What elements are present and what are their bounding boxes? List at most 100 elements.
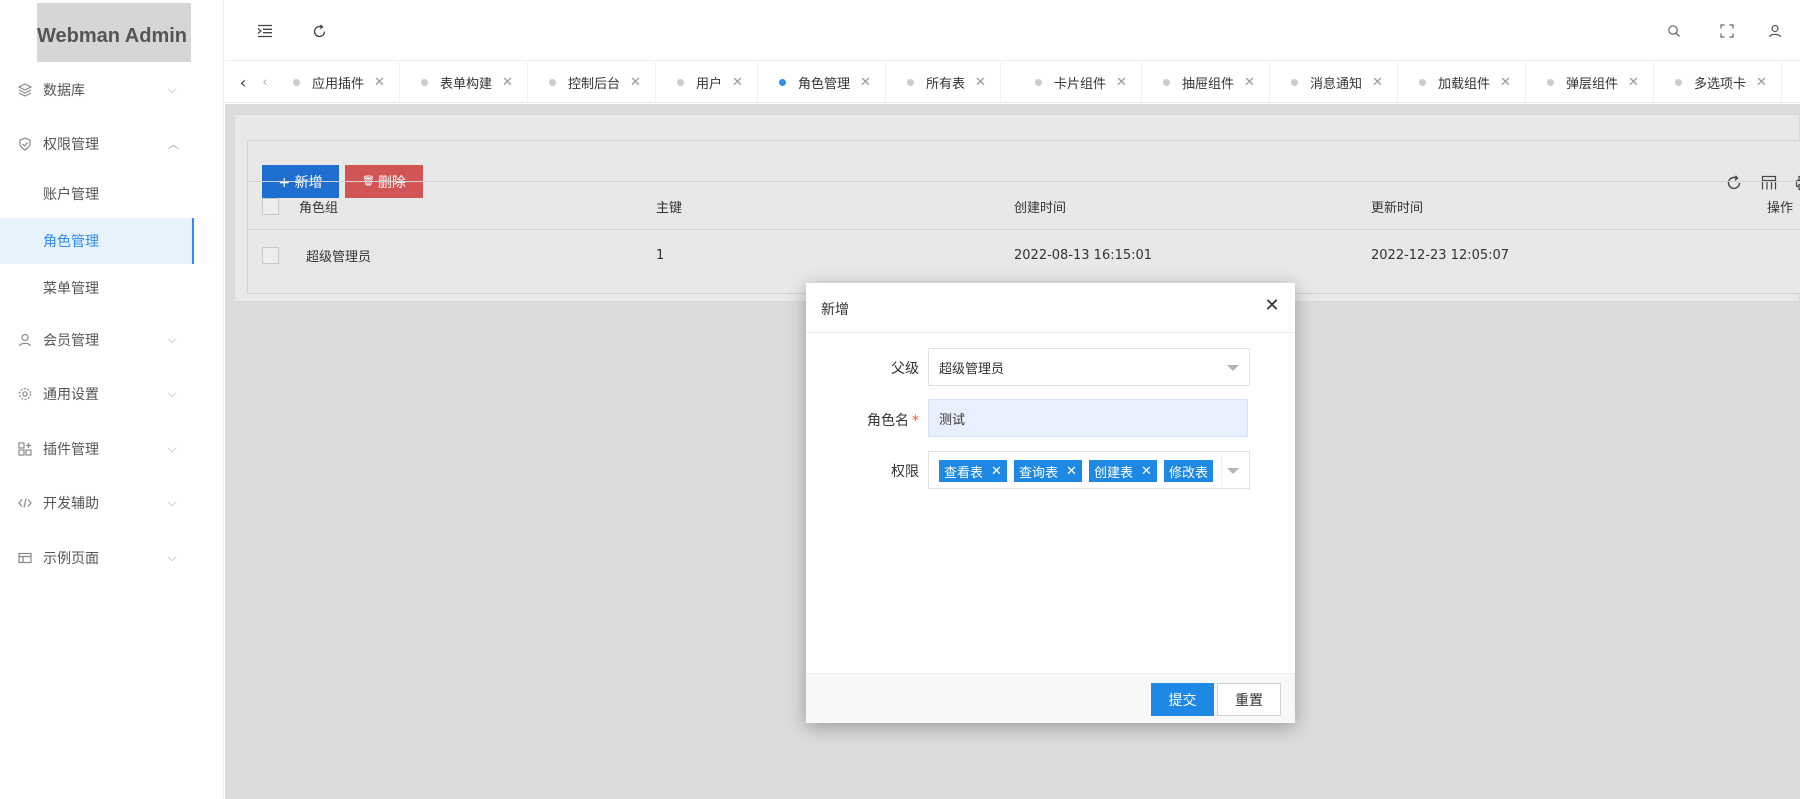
column-header[interactable]: 主键: [656, 182, 682, 231]
remove-tag-icon[interactable]: ✕: [991, 464, 1002, 479]
parent-label-text: 父级: [891, 361, 919, 377]
permission-tag: 查询表 ✕: [1014, 460, 1082, 482]
shield-icon: [18, 137, 32, 151]
tab-card-component[interactable]: 卡片组件 ✕: [1017, 62, 1142, 102]
tab-dot: [1291, 79, 1298, 86]
chevron-up-icon: ︿: [168, 138, 179, 151]
tab-layer-component[interactable]: 弹层组件 ✕: [1529, 62, 1654, 102]
tab-label: 所有表: [926, 77, 966, 92]
tag-label: 查询表: [1019, 465, 1059, 481]
tab-dot: [1547, 79, 1554, 86]
remove-tag-icon[interactable]: ✕: [1066, 464, 1077, 479]
tab-drawer-component[interactable]: 抽屉组件 ✕: [1145, 62, 1270, 102]
sidebar-item-label: 会员管理: [43, 333, 99, 349]
close-icon[interactable]: ✕: [1244, 75, 1255, 90]
close-icon[interactable]: ✕: [630, 75, 641, 90]
tab-label: 用户: [696, 77, 723, 92]
sidebar-item-settings[interactable]: 通用设置 ⌵: [0, 371, 224, 417]
sidebar: Webman Admin 数据库 ⌵ 权限管理 ︿ 账户管理 角色管理 菜单管理…: [0, 0, 224, 799]
sidebar-item-label: 通用设置: [43, 387, 99, 403]
parent-select[interactable]: 超级管理员: [928, 348, 1250, 386]
close-icon[interactable]: ✕: [502, 75, 513, 90]
chevron-down-icon: ⌵: [168, 333, 177, 346]
code-icon: [18, 496, 32, 510]
chevron-down-icon: ⌵: [168, 83, 177, 96]
close-icon[interactable]: ✕: [732, 75, 743, 90]
row-checkbox[interactable]: [262, 247, 279, 264]
sidebar-item-permissions[interactable]: 权限管理 ︿: [0, 121, 224, 167]
column-header[interactable]: 更新时间: [1371, 182, 1423, 231]
close-icon[interactable]: ✕: [374, 75, 385, 90]
sidebar-item-label: 权限管理: [43, 137, 99, 153]
tab-loading-component[interactable]: 加载组件 ✕: [1401, 62, 1526, 102]
sidebar-item-plugins[interactable]: 插件管理 ⌵: [0, 426, 224, 472]
sidebar-item-members[interactable]: 会员管理 ⌵: [0, 317, 224, 363]
sidebar-item-dev-tools[interactable]: 开发辅助 ⌵: [0, 480, 224, 526]
sidebar-item-label: 开发辅助: [43, 496, 99, 512]
tag-label: 查看表: [944, 465, 984, 481]
role-name-input[interactable]: [928, 399, 1248, 437]
tab-dashboard[interactable]: 控制后台 ✕: [531, 62, 656, 102]
close-icon[interactable]: ✕: [1262, 295, 1282, 316]
required-mark: *: [912, 413, 919, 429]
sidebar-item-database[interactable]: 数据库 ⌵: [0, 67, 224, 113]
refresh-icon[interactable]: [309, 21, 329, 41]
parent-select-value: 超级管理员: [939, 361, 1005, 377]
app-logo[interactable]: Webman Admin: [37, 3, 191, 62]
app-title: Webman Admin: [37, 25, 188, 47]
tab-dot: [1675, 79, 1682, 86]
column-header[interactable]: 角色组: [299, 182, 338, 231]
chevron-down-icon: ⌵: [168, 551, 177, 564]
tab-dot: [779, 79, 786, 86]
reset-button[interactable]: 重置: [1217, 683, 1281, 716]
dialog-title: 新增: [821, 302, 849, 318]
permissions-label-text: 权限: [891, 464, 919, 480]
sidebar-subitem-roles[interactable]: 角色管理: [0, 218, 194, 264]
tab-dot: [1419, 79, 1426, 86]
table-row[interactable]: 超级管理员 1 2022-08-13 16:15:01 2022-12-23 1…: [248, 231, 1800, 280]
caret-down-icon: [1227, 468, 1239, 474]
tab-dot: [421, 79, 428, 86]
tag-label: 修改表: [1169, 465, 1209, 481]
tab-users[interactable]: 用户 ✕: [659, 62, 758, 102]
permissions-multiselect[interactable]: 查看表 ✕ 查询表 ✕ 创建表 ✕ 修改表: [928, 451, 1250, 489]
column-header[interactable]: 操作: [1767, 182, 1793, 231]
search-icon[interactable]: [1664, 21, 1684, 41]
close-icon[interactable]: ✕: [1756, 75, 1767, 90]
divider: [1221, 456, 1222, 486]
close-icon[interactable]: ✕: [860, 75, 871, 90]
tab-scroll-left-icon[interactable]: ‹: [233, 62, 253, 102]
permission-tag: 创建表 ✕: [1089, 460, 1157, 482]
select-all-checkbox[interactable]: [262, 198, 279, 215]
close-icon[interactable]: ✕: [975, 75, 986, 90]
user-icon[interactable]: [1765, 21, 1785, 41]
close-icon[interactable]: ✕: [1628, 75, 1639, 90]
tab-all-tables[interactable]: 所有表 ✕: [889, 62, 1001, 102]
column-header[interactable]: 创建时间: [1014, 182, 1066, 231]
table-cell: 超级管理员: [306, 250, 372, 265]
tab-notifications[interactable]: 消息通知 ✕: [1273, 62, 1398, 102]
sidebar-item-examples[interactable]: 示例页面 ⌵: [0, 535, 224, 581]
tab-dot: [549, 79, 556, 86]
close-icon[interactable]: ✕: [1116, 75, 1127, 90]
tab-app-plugins[interactable]: 应用插件 ✕: [275, 62, 400, 102]
user-icon: [18, 333, 32, 347]
tab-dot: [1035, 79, 1042, 86]
tab-role-management[interactable]: 角色管理 ✕: [761, 62, 886, 102]
tab-label: 消息通知: [1310, 77, 1363, 92]
close-icon[interactable]: ✕: [1372, 75, 1383, 90]
tab-multi-tabs[interactable]: 多选项卡 ✕: [1657, 62, 1782, 102]
menu-fold-icon[interactable]: [255, 21, 275, 41]
tab-form-builder[interactable]: 表单构建 ✕: [403, 62, 528, 102]
fullscreen-icon[interactable]: [1717, 21, 1737, 41]
sidebar-subitem-menus[interactable]: 菜单管理: [0, 265, 194, 311]
sidebar-subitem-label: 账户管理: [43, 187, 99, 203]
close-icon[interactable]: ✕: [1500, 75, 1511, 90]
submit-button[interactable]: 提交: [1151, 683, 1214, 716]
tab-prev-icon[interactable]: ‹: [255, 62, 275, 102]
dialog-footer: 提交 重置: [806, 673, 1295, 723]
sidebar-subitem-accounts[interactable]: 账户管理: [0, 171, 194, 217]
permission-tag: 修改表: [1164, 460, 1214, 482]
tab-bar: ‹ ‹ 应用插件 ✕ 表单构建 ✕ 控制后台 ✕ 用户 ✕ 角色管理 ✕ 所有表…: [225, 62, 1800, 103]
remove-tag-icon[interactable]: ✕: [1141, 464, 1152, 479]
